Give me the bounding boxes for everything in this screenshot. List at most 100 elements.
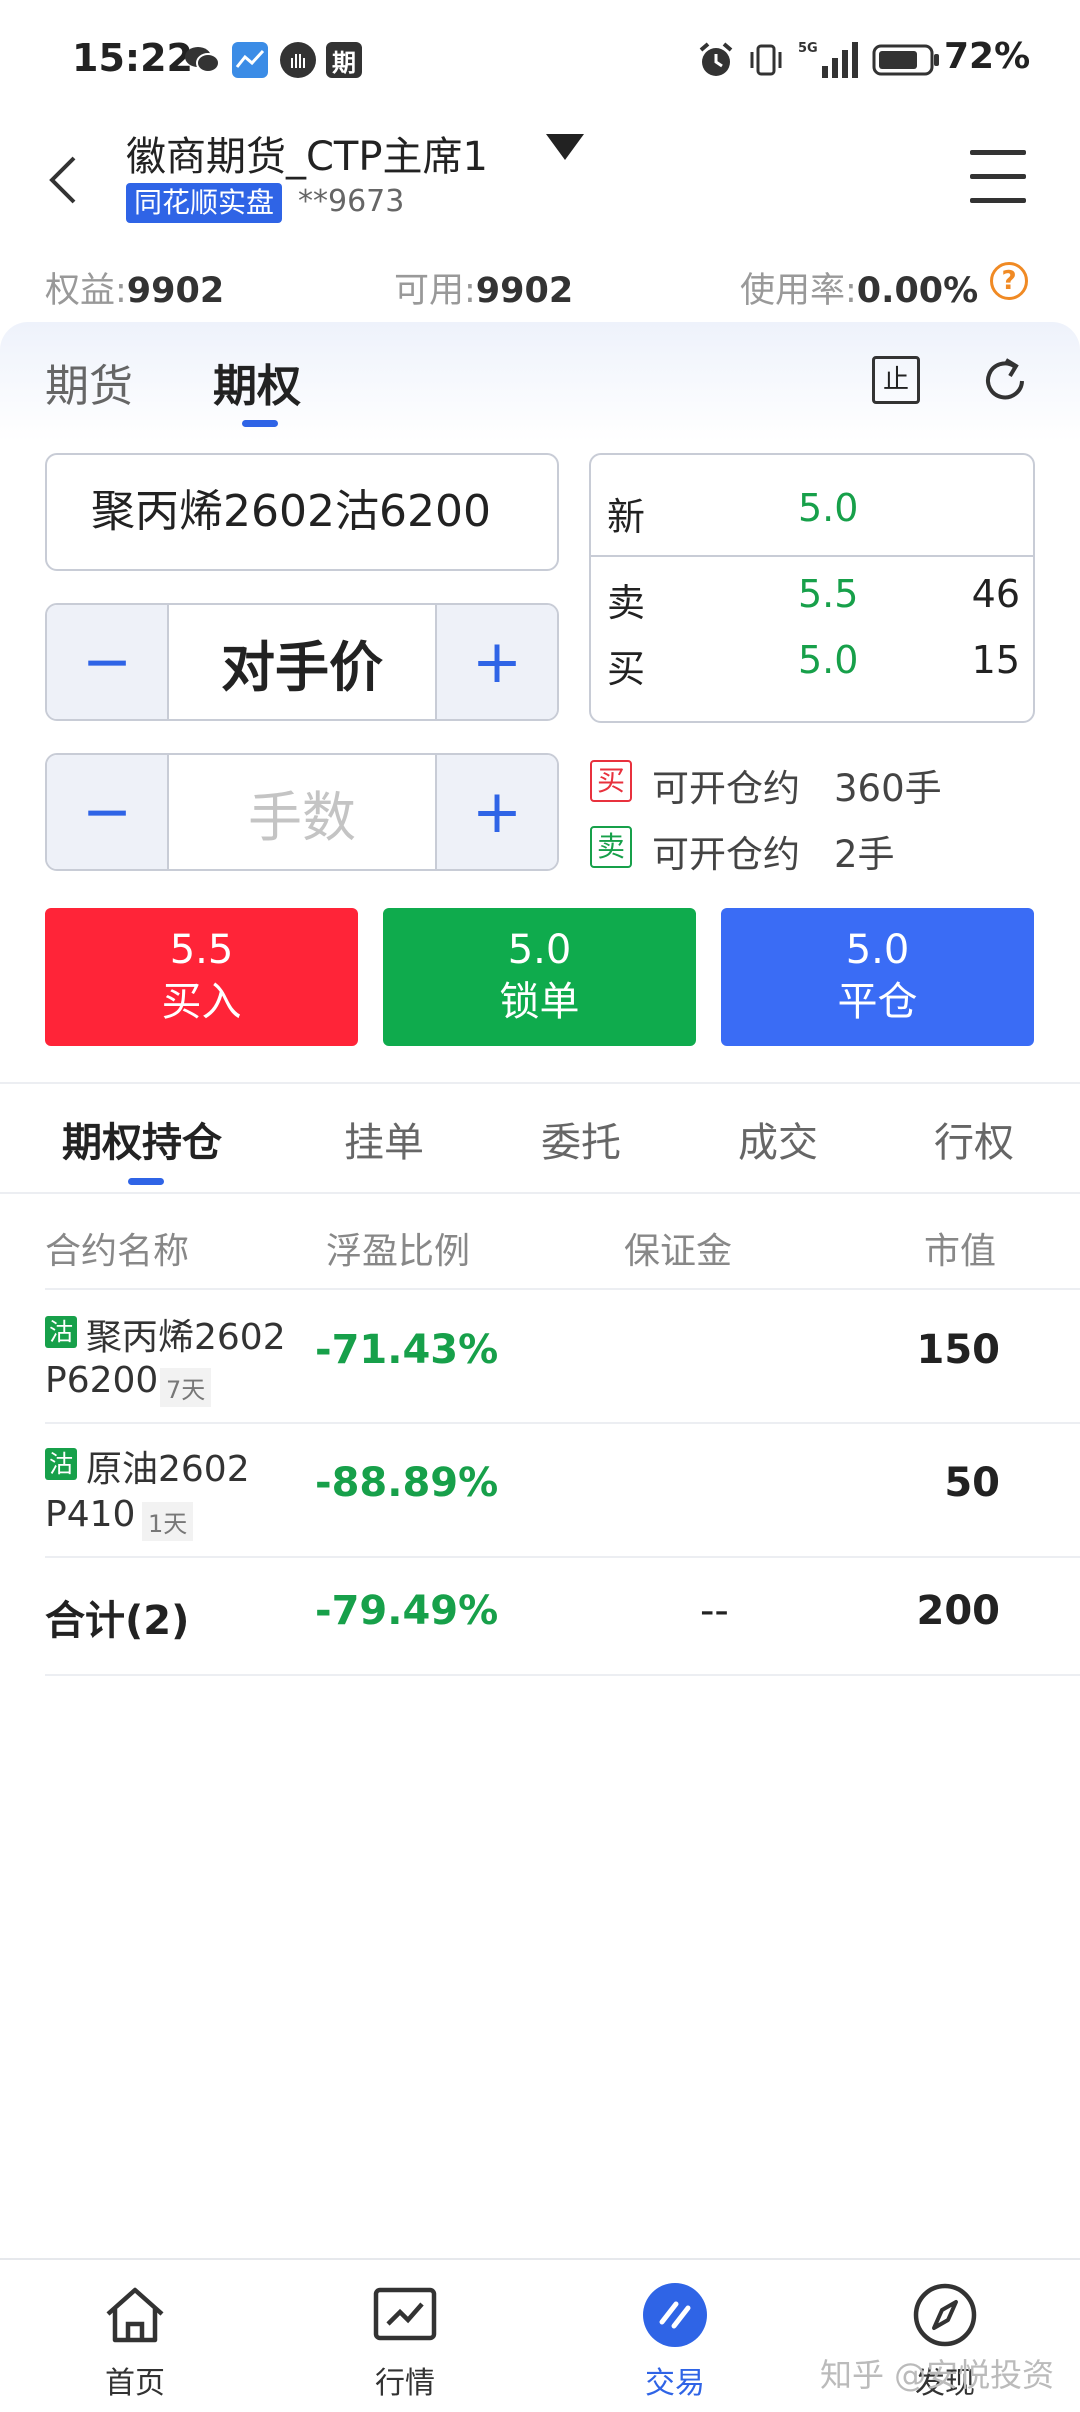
close-position-button[interactable]: 5.0 平仓 bbox=[721, 908, 1034, 1046]
nav-market-label: 行情 bbox=[375, 2366, 435, 2401]
contract-code: P6200 bbox=[45, 1360, 159, 1401]
signal-icon: 5G bbox=[796, 38, 860, 84]
divider bbox=[0, 1192, 1080, 1194]
contract-code: P410 bbox=[45, 1494, 136, 1535]
nav-trade[interactable]: 交易 bbox=[595, 2282, 755, 2402]
market-value: 50 bbox=[944, 1460, 1000, 1506]
nav-home[interactable]: 首页 bbox=[55, 2282, 215, 2402]
nav-market[interactable]: 行情 bbox=[325, 2282, 485, 2402]
alarm-icon bbox=[696, 40, 736, 84]
total-pnl-ratio: -79.49% bbox=[315, 1588, 499, 1634]
home-icon bbox=[106, 2287, 164, 2343]
tab-orders[interactable]: 委托 bbox=[541, 1110, 621, 1168]
market-value: 150 bbox=[916, 1327, 1001, 1373]
back-button[interactable] bbox=[44, 150, 84, 210]
menu-icon[interactable] bbox=[970, 150, 1026, 222]
available-value: 9902 bbox=[475, 271, 574, 311]
equity-label: 权益: bbox=[45, 271, 127, 311]
shield-notif-icon bbox=[280, 42, 316, 78]
col-market-value: 市值 bbox=[924, 1231, 997, 1272]
account-name[interactable]: 徽商期货_CTP主席1 bbox=[126, 124, 488, 182]
qty-minus-button[interactable]: − bbox=[47, 755, 167, 869]
account-type-badge: 同花顺实盘 bbox=[126, 183, 283, 223]
lock-button[interactable]: 5.0 锁单 bbox=[383, 908, 696, 1046]
qty-plus-button[interactable]: + bbox=[437, 755, 557, 869]
contract-name: 聚丙烯2602 bbox=[86, 1317, 286, 1358]
buy-button-label: 买入 bbox=[161, 979, 242, 1025]
stop-loss-icon[interactable]: 止 bbox=[872, 356, 920, 404]
quantity-stepper: − 手数 + bbox=[45, 753, 559, 871]
days-to-expiry: 7天 bbox=[160, 1368, 212, 1407]
divider bbox=[45, 1556, 1080, 1558]
sell-available-qty: 2手 bbox=[834, 833, 895, 876]
divider bbox=[45, 1674, 1080, 1676]
trade-icon bbox=[643, 2283, 707, 2347]
available-label: 可用: bbox=[394, 271, 476, 311]
tab-futures[interactable]: 期货 bbox=[45, 350, 133, 414]
account-dropdown-icon[interactable] bbox=[546, 134, 584, 160]
buy-tag: 买 bbox=[590, 760, 632, 802]
buy-button-price: 5.5 bbox=[169, 927, 234, 973]
tab-option-positions[interactable]: 期权持仓 bbox=[62, 1110, 222, 1168]
futures-notif-icon: 期 bbox=[326, 42, 362, 78]
watermark: 知乎 @安悦投资 bbox=[820, 2356, 1055, 2394]
sell-tag: 卖 bbox=[590, 826, 632, 868]
account-number: **9673 bbox=[298, 184, 405, 219]
usage-label: 使用率: bbox=[740, 271, 857, 311]
put-tag: 沽 bbox=[45, 1448, 77, 1480]
contract-selector[interactable]: 聚丙烯2602沽6200 bbox=[45, 453, 559, 571]
col-margin: 保证金 bbox=[624, 1231, 733, 1272]
quantity-input[interactable]: 手数 bbox=[167, 755, 437, 869]
available-summary: 可用:9902 bbox=[394, 262, 573, 313]
sub-tab-indicator bbox=[128, 1178, 164, 1185]
divider bbox=[0, 1082, 1080, 1084]
col-contract-name: 合约名称 bbox=[45, 1231, 190, 1272]
ask-volume: 46 bbox=[971, 572, 1020, 616]
battery-percent: 72% bbox=[944, 36, 1031, 77]
usage-summary: 使用率:0.00% bbox=[740, 262, 978, 313]
last-price-value: 5.0 bbox=[798, 486, 859, 530]
help-icon[interactable]: ? bbox=[990, 262, 1028, 300]
bid-label: 买 bbox=[607, 647, 646, 691]
nav-trade-label: 交易 bbox=[645, 2366, 705, 2401]
equity-summary: 权益:9902 bbox=[45, 262, 224, 313]
tab-pending-orders[interactable]: 挂单 bbox=[344, 1110, 424, 1168]
close-button-label: 平仓 bbox=[837, 979, 918, 1025]
pnl-ratio: -71.43% bbox=[315, 1327, 499, 1373]
close-button-price: 5.0 bbox=[845, 927, 910, 973]
tab-active-indicator bbox=[242, 420, 278, 427]
tab-trades[interactable]: 成交 bbox=[738, 1110, 818, 1168]
compass-icon bbox=[913, 2283, 977, 2347]
buy-available-text: 可开仓约 bbox=[652, 767, 800, 810]
price-plus-button[interactable]: + bbox=[437, 605, 557, 719]
tab-exercise[interactable]: 行权 bbox=[934, 1110, 1014, 1168]
lock-button-price: 5.0 bbox=[507, 927, 572, 973]
battery-icon bbox=[872, 44, 940, 80]
equity-value: 9902 bbox=[126, 271, 225, 311]
lock-button-label: 锁单 bbox=[499, 979, 580, 1025]
vibrate-icon bbox=[746, 40, 786, 84]
refresh-icon[interactable] bbox=[978, 354, 1032, 408]
price-stepper: − 对手价 + bbox=[45, 603, 559, 721]
usage-value: 0.00% bbox=[856, 271, 979, 311]
put-tag: 沽 bbox=[45, 1316, 77, 1348]
bid-volume: 15 bbox=[971, 638, 1020, 682]
price-type-field[interactable]: 对手价 bbox=[167, 605, 437, 719]
last-price-label: 新 bbox=[607, 495, 646, 539]
status-time: 15:22 bbox=[72, 36, 193, 80]
buy-available-qty: 360手 bbox=[834, 767, 942, 810]
contract-name: 原油2602 bbox=[86, 1449, 250, 1490]
buy-button[interactable]: 5.5 买入 bbox=[45, 908, 358, 1046]
wechat-icon bbox=[184, 42, 220, 78]
price-minus-button[interactable]: − bbox=[47, 605, 167, 719]
app-notif-icon bbox=[232, 42, 268, 78]
ask-price[interactable]: 5.5 bbox=[798, 572, 858, 616]
pnl-ratio: -88.89% bbox=[315, 1460, 499, 1506]
col-pnl-ratio: 浮盈比例 bbox=[326, 1231, 471, 1272]
ask-label: 卖 bbox=[607, 581, 646, 625]
days-to-expiry: 1天 bbox=[142, 1502, 194, 1541]
tab-options[interactable]: 期权 bbox=[213, 350, 301, 414]
bid-price[interactable]: 5.0 bbox=[798, 638, 858, 682]
svg-text:5G: 5G bbox=[798, 41, 818, 56]
divider bbox=[45, 1288, 1080, 1290]
